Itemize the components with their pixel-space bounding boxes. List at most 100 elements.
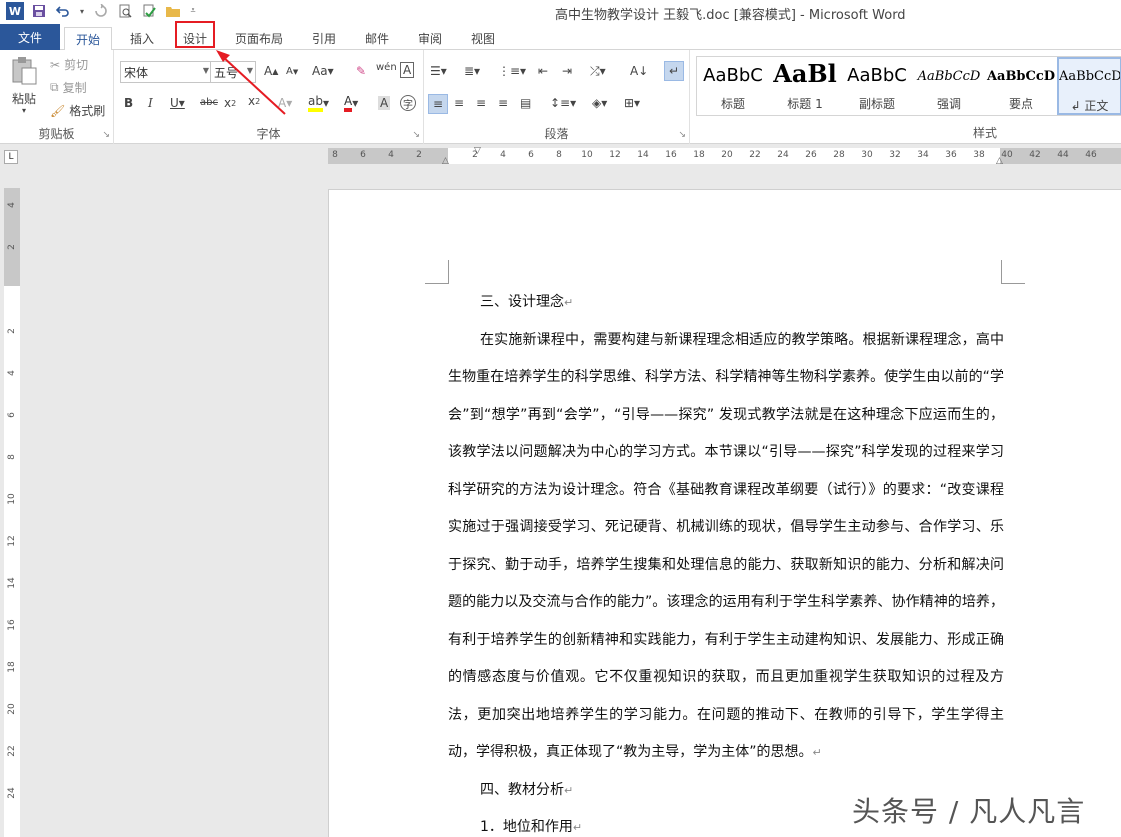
ruler-tick-label: 10 [7, 493, 17, 505]
tab-insert[interactable]: 插入 [124, 27, 160, 49]
paste-icon[interactable] [10, 56, 38, 86]
numbering-icon[interactable]: ≣▾ [464, 64, 480, 78]
ruler-tick-label: 24 [777, 150, 789, 160]
paste-dropdown-icon[interactable]: ▾ [22, 106, 26, 115]
borders-icon[interactable]: ⊞▾ [624, 96, 640, 110]
style-emphasis[interactable]: AaBbCcD 强调 [913, 57, 985, 115]
tab-home[interactable]: 开始 [64, 27, 112, 51]
paragraph-mark-icon: ↵ [572, 821, 583, 834]
font-launcher-icon[interactable]: ↘ [412, 130, 420, 140]
redo-icon[interactable] [92, 2, 110, 20]
sort-icon[interactable]: A↓ [630, 64, 648, 78]
tab-review[interactable]: 审阅 [412, 27, 448, 49]
chinese-layout-icon[interactable]: ⤮▾ [590, 64, 606, 79]
paragraph-mark-icon: ↵ [564, 296, 574, 309]
line-spacing-icon[interactable]: ↕≡▾ [550, 96, 576, 110]
font-color-icon[interactable]: A ▾ [344, 94, 358, 112]
ruler-tick-label: 2 [472, 150, 478, 160]
undo-icon[interactable] [54, 2, 72, 20]
subscript-icon[interactable]: x2 [224, 96, 236, 110]
horizontal-ruler[interactable]: ▽ △ △ 8 6 4 2 2 4 6 8 10 12 14 16 18 20 22 24 26 28 30 32 34… [328, 146, 1121, 166]
tab-references[interactable]: 引用 [306, 27, 342, 49]
style-subtitle[interactable]: AaBbC 副标题 [841, 57, 913, 115]
ruler-tick-label: 20 [721, 150, 733, 160]
align-left-icon[interactable]: ≡ [428, 94, 448, 114]
chevron-down-icon: ▼ [246, 66, 253, 75]
underline-icon[interactable]: U▾ [170, 96, 185, 110]
paste-button-label[interactable]: 粘贴 [12, 90, 36, 107]
print-preview-icon[interactable] [116, 2, 134, 20]
hanging-indent-marker[interactable]: △ [442, 156, 449, 166]
style-heading-1[interactable]: AaBl 标题 1 [769, 57, 841, 115]
character-border-icon[interactable]: A [400, 62, 415, 78]
justify-icon[interactable]: ≡ [498, 96, 508, 110]
highlight-color-icon[interactable]: ab ▾ [308, 94, 329, 112]
font-group: 宋体 ▼ 五号 ▼ A ▲ A ▼ Aa▾ ✎ wén A B I U▾ abc x2 … [114, 50, 424, 144]
paragraph-launcher-icon[interactable]: ↘ [678, 130, 686, 140]
shading-icon[interactable]: ◈▾ [592, 96, 607, 110]
style-normal[interactable]: AaBbCcDd ↲ 正文 [1057, 57, 1121, 115]
phonetic-guide-icon[interactable]: wén [376, 62, 397, 73]
distributed-icon[interactable]: ▤ [520, 96, 531, 110]
multilevel-list-icon[interactable]: ⋮≡▾ [498, 64, 526, 78]
document-page[interactable]: 三、设计理念↵ 在实施新课程中，需要构建与新课程理念相适应的教学策略。根据新课程… [328, 189, 1121, 837]
show-formatting-marks-icon[interactable]: ↵ [664, 61, 684, 81]
scissors-icon: ✂ [50, 57, 61, 72]
ruler-tick-label: 2 [416, 150, 422, 160]
cut-button[interactable]: ✂ 剪切 [50, 56, 88, 73]
ruler-tick-label: 6 [360, 150, 366, 160]
ruler-tick-label: 2 [7, 244, 17, 250]
spelling-check-icon[interactable] [140, 2, 158, 20]
align-center-icon[interactable]: ≡ [454, 96, 464, 110]
clear-formatting-icon[interactable]: ✎ [356, 64, 366, 78]
paragraph-mark-icon: ↵ [564, 783, 574, 797]
tab-stop-selector[interactable]: L [4, 150, 18, 164]
enclose-characters-icon[interactable]: 字 [400, 95, 416, 111]
section-heading-design-concept[interactable]: 三、设计理念↵ [448, 284, 1004, 322]
decrease-indent-icon[interactable]: ⇤ [538, 64, 548, 78]
strikethrough-icon[interactable]: abc [200, 97, 218, 108]
tab-page-layout[interactable]: 页面布局 [228, 27, 290, 49]
open-folder-icon[interactable] [164, 2, 182, 20]
word-logo-icon[interactable]: W [6, 2, 24, 20]
tab-mailings[interactable]: 邮件 [359, 27, 395, 49]
italic-icon[interactable]: I [148, 96, 153, 110]
align-right-icon[interactable]: ≡ [476, 96, 486, 110]
body-paragraph[interactable]: 在实施新课程中，需要构建与新课程理念相适应的教学策略。根据新课程理念，高中生物重… [448, 322, 1004, 772]
bullets-icon[interactable]: ☰▾ [430, 64, 447, 78]
ruler-tick-label: 14 [7, 577, 17, 589]
font-size-combo[interactable]: 五号 ▼ [210, 61, 256, 83]
customize-qat-icon[interactable]: ⩡ [188, 2, 198, 20]
tab-file[interactable]: 文件 [0, 24, 60, 50]
shrink-font-icon[interactable]: A ▼ [286, 66, 298, 77]
ruler-tick-label: 8 [556, 150, 562, 160]
style-strong[interactable]: AaBbCcD 要点 [985, 57, 1057, 115]
crop-mark-left [425, 260, 449, 284]
ruler-tick-label: 18 [7, 661, 17, 673]
grow-font-icon[interactable]: A ▲ [264, 64, 278, 78]
increase-indent-icon[interactable]: ⇥ [562, 64, 572, 78]
superscript-icon[interactable]: x2 [248, 94, 260, 108]
clipboard-group-label: 剪贴板 [38, 127, 75, 141]
document-body[interactable]: 三、设计理念↵ 在实施新课程中，需要构建与新课程理念相适应的教学策略。根据新课程… [448, 284, 1004, 837]
copy-button[interactable]: ⧉ 复制 [50, 79, 87, 96]
style-title[interactable]: AaBbC 标题 [697, 57, 769, 115]
tab-view[interactable]: 视图 [465, 27, 501, 49]
text-effects-icon[interactable]: A▾ [278, 96, 292, 110]
ruler-tick-label: 4 [7, 202, 17, 208]
ruler-tick-label: 28 [833, 150, 845, 160]
change-case-icon[interactable]: Aa▾ [312, 64, 334, 78]
bold-icon[interactable]: B [124, 96, 133, 110]
save-icon[interactable] [30, 2, 48, 20]
ruler-tick-label: 8 [7, 454, 17, 460]
undo-dropdown-icon[interactable]: ▾ [78, 2, 86, 20]
ribbon-home: 粘贴 ▾ ✂ 剪切 ⧉ 复制 🖌 格式刷 剪贴板 ↘ 宋体 ▼ 五号 ▼ A ▲ A ▼ Aa… [0, 50, 1121, 144]
ruler-tick-label: 10 [581, 150, 593, 160]
quick-access-toolbar: W ▾ ⩡ [6, 2, 198, 20]
font-name-combo[interactable]: 宋体 ▼ [120, 61, 212, 83]
clipboard-launcher-icon[interactable]: ↘ [102, 130, 110, 140]
vertical-ruler[interactable]: 4 2 2 4 6 8 10 12 14 16 18 20 22 24 [4, 188, 20, 837]
ruler-tick-label: 30 [861, 150, 873, 160]
character-shading-icon[interactable]: A [378, 96, 391, 110]
format-painter-button[interactable]: 🖌 格式刷 [50, 102, 105, 119]
